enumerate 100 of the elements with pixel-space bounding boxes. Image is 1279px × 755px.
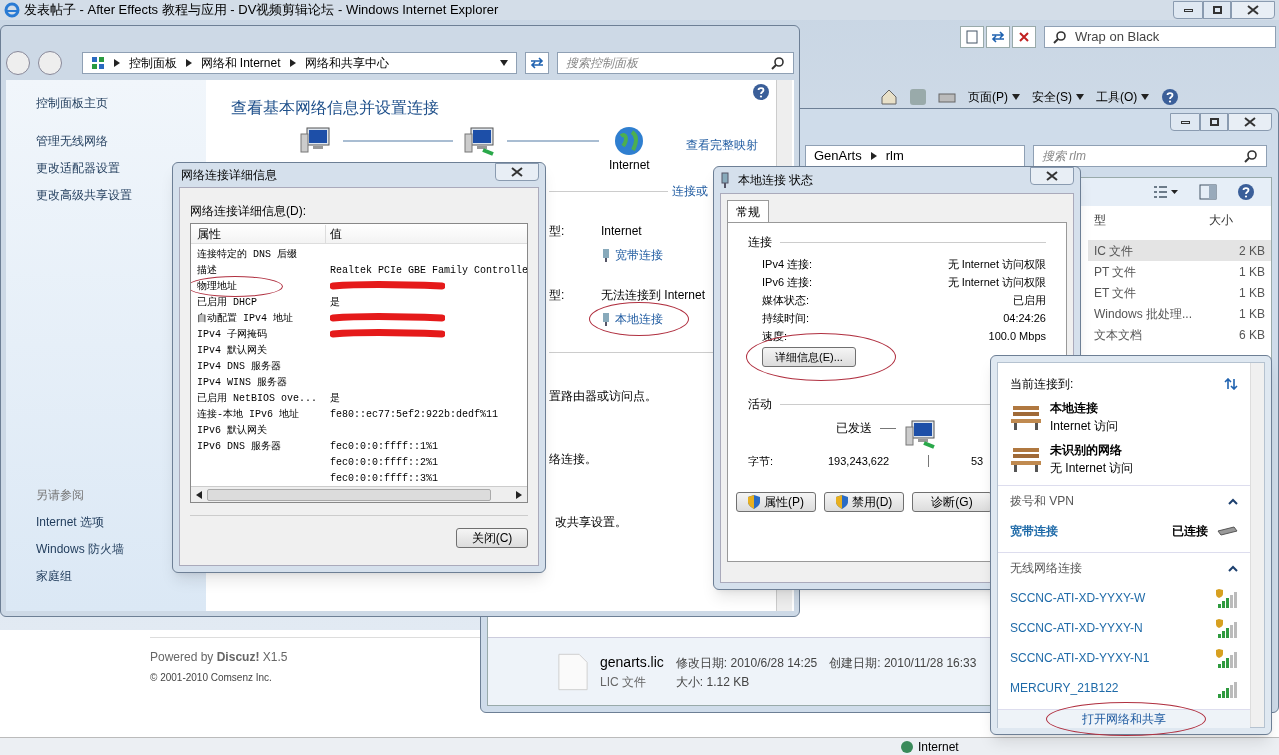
search-icon[interactable] xyxy=(1244,149,1258,163)
close-icon[interactable] xyxy=(1231,1,1275,19)
forward-button[interactable] xyxy=(37,51,62,75)
command-menu[interactable]: 页面(P) xyxy=(968,88,1008,106)
close-icon[interactable] xyxy=(1228,113,1272,131)
help-icon[interactable] xyxy=(752,83,770,101)
scrollbar[interactable] xyxy=(1250,363,1264,727)
file-row[interactable]: Windows 批处理... 1 KB xyxy=(1088,303,1271,324)
caret-icon[interactable] xyxy=(1076,93,1084,101)
dialog-button[interactable]: 禁用(D) xyxy=(824,491,904,512)
arrow-icon[interactable] xyxy=(288,59,297,67)
signal-bars-icon xyxy=(1216,588,1238,608)
help-icon[interactable] xyxy=(1237,183,1255,201)
help-icon[interactable] xyxy=(1161,88,1180,106)
sidebar-link[interactable]: 控制面板主页 xyxy=(36,94,108,112)
file-row[interactable]: IC 文件 2 KB xyxy=(1088,240,1271,261)
sidebar-link[interactable]: 管理无线网络 xyxy=(36,132,108,150)
address-bar[interactable]: 控制面板 网络和 Internet 网络和共享中心 xyxy=(81,52,517,74)
chevron-up-icon[interactable] xyxy=(1228,497,1238,505)
dialog-button[interactable]: 诊断(G) xyxy=(912,491,992,512)
search-icon[interactable] xyxy=(771,56,785,70)
address-bar[interactable]: GenArts rlm xyxy=(805,145,1025,167)
full-map-link[interactable]: 查看完整映射 xyxy=(685,136,758,154)
access-status: Internet 访问 xyxy=(1050,418,1119,435)
refresh-button[interactable] xyxy=(524,52,549,74)
network-item[interactable]: MERCURY_21B122 xyxy=(998,673,1250,703)
stop-button[interactable] xyxy=(1012,26,1036,48)
breadcrumb-item[interactable]: GenArts xyxy=(814,146,862,166)
sidebar-link[interactable]: Internet 选项 xyxy=(36,513,105,531)
sidebar-link[interactable]: 更改适配器设置 xyxy=(36,159,120,177)
maximize-icon[interactable] xyxy=(1200,113,1228,131)
signal-bars-icon xyxy=(1216,618,1238,638)
breadcrumb-item[interactable]: 网络和共享中心 xyxy=(304,54,389,72)
refresh-icon[interactable] xyxy=(1224,378,1238,390)
arrow-icon[interactable] xyxy=(515,490,523,499)
caret-icon[interactable] xyxy=(1012,93,1020,101)
file-row[interactable]: 文本文档 6 KB xyxy=(1088,324,1271,345)
maximize-icon[interactable] xyxy=(1203,1,1231,19)
network-item[interactable]: 宽带连接 已连接 xyxy=(998,516,1250,546)
network-item[interactable]: SCCNC-ATI-XD-YYXY-W xyxy=(998,583,1250,613)
breadcrumb-item[interactable]: rlm xyxy=(885,146,904,166)
refresh-icon[interactable] xyxy=(529,57,544,69)
sidebar-link[interactable]: 更改高级共享设置 xyxy=(36,186,132,204)
search-field[interactable]: 搜索 rlm xyxy=(1033,145,1267,167)
control-panel-icon xyxy=(90,56,105,70)
status-value: 已启用 xyxy=(1013,292,1046,308)
connection-link[interactable]: 本地连接 xyxy=(615,310,663,328)
column-header[interactable]: 值 xyxy=(326,224,342,243)
sent-label: 已发送 xyxy=(836,420,872,437)
bench-icon xyxy=(1010,403,1042,431)
network-adapter-icon xyxy=(601,248,611,262)
caret-icon[interactable] xyxy=(1141,93,1150,101)
command-menu[interactable]: 工具(O) xyxy=(1096,88,1138,106)
network-item[interactable]: SCCNC-ATI-XD-YYXY-N1 xyxy=(998,643,1250,673)
home-icon[interactable] xyxy=(880,89,898,105)
dialog-button[interactable]: 属性(P) xyxy=(736,491,816,512)
chevron-up-icon[interactable] xyxy=(1228,564,1238,572)
column-header[interactable]: 大小 xyxy=(1209,211,1233,229)
arrow-icon[interactable] xyxy=(869,152,878,160)
view-options-icon[interactable] xyxy=(1153,185,1179,199)
arrow-icon[interactable] xyxy=(112,59,121,67)
arrow-icon[interactable] xyxy=(184,59,193,67)
access-status: 无 Internet 访问 xyxy=(1050,460,1134,477)
file-size: 大小: 1.12 KB xyxy=(675,674,751,691)
column-header[interactable]: 型 xyxy=(1094,211,1209,229)
type-label: 型: xyxy=(549,287,566,304)
minimize-icon[interactable] xyxy=(1173,1,1203,19)
refresh-button[interactable] xyxy=(986,26,1010,48)
property-name: IPv6 默认网关 xyxy=(197,424,267,436)
sidebar-link[interactable]: Windows 防火墙 xyxy=(36,540,124,558)
status-label: 持续时间: xyxy=(762,310,810,326)
search-field[interactable]: 搜索控制面板 xyxy=(556,52,794,74)
connection-link[interactable]: 宽带连接 xyxy=(615,246,663,264)
network-name: 未识别的网络 xyxy=(1050,442,1123,459)
refresh-icon[interactable] xyxy=(991,31,1005,43)
file-row[interactable]: ET 文件 1 KB xyxy=(1088,282,1271,303)
file-row[interactable]: PT 文件 1 KB xyxy=(1088,261,1271,282)
column-header[interactable]: 属性 xyxy=(191,224,326,243)
sidebar-link[interactable]: 家庭组 xyxy=(36,567,72,585)
property-name: IPv4 WINS 服务器 xyxy=(197,376,287,388)
connect-link[interactable]: 连接或 xyxy=(672,182,708,200)
network-item[interactable]: SCCNC-ATI-XD-YYXY-N xyxy=(998,613,1250,643)
minimize-icon[interactable] xyxy=(1170,113,1200,131)
arrow-icon[interactable] xyxy=(195,490,203,499)
search-field[interactable]: Wrap on Black xyxy=(1044,26,1276,48)
close-icon[interactable] xyxy=(495,163,539,181)
close-icon[interactable] xyxy=(1030,167,1074,185)
breadcrumb-item[interactable]: 网络和 Internet xyxy=(200,54,281,72)
horizontal-scrollbar[interactable] xyxy=(191,486,527,502)
search-icon[interactable] xyxy=(1053,30,1067,44)
network-adapter-icon xyxy=(720,172,730,188)
command-menu[interactable]: 安全(S) xyxy=(1032,88,1072,106)
tab[interactable]: 常规 xyxy=(727,200,769,222)
breadcrumb-item[interactable]: 控制面板 xyxy=(128,54,177,72)
status-value: 无 Internet 访问权限 xyxy=(947,256,1046,272)
copyright-text: © 2001-2010 Comsenz Inc. xyxy=(150,671,272,685)
details-button[interactable]: 详细信息(E)... xyxy=(762,347,856,367)
close-button[interactable]: 关闭(C) xyxy=(456,528,528,548)
back-button[interactable] xyxy=(6,51,30,75)
dropdown-caret-icon[interactable] xyxy=(499,59,508,67)
